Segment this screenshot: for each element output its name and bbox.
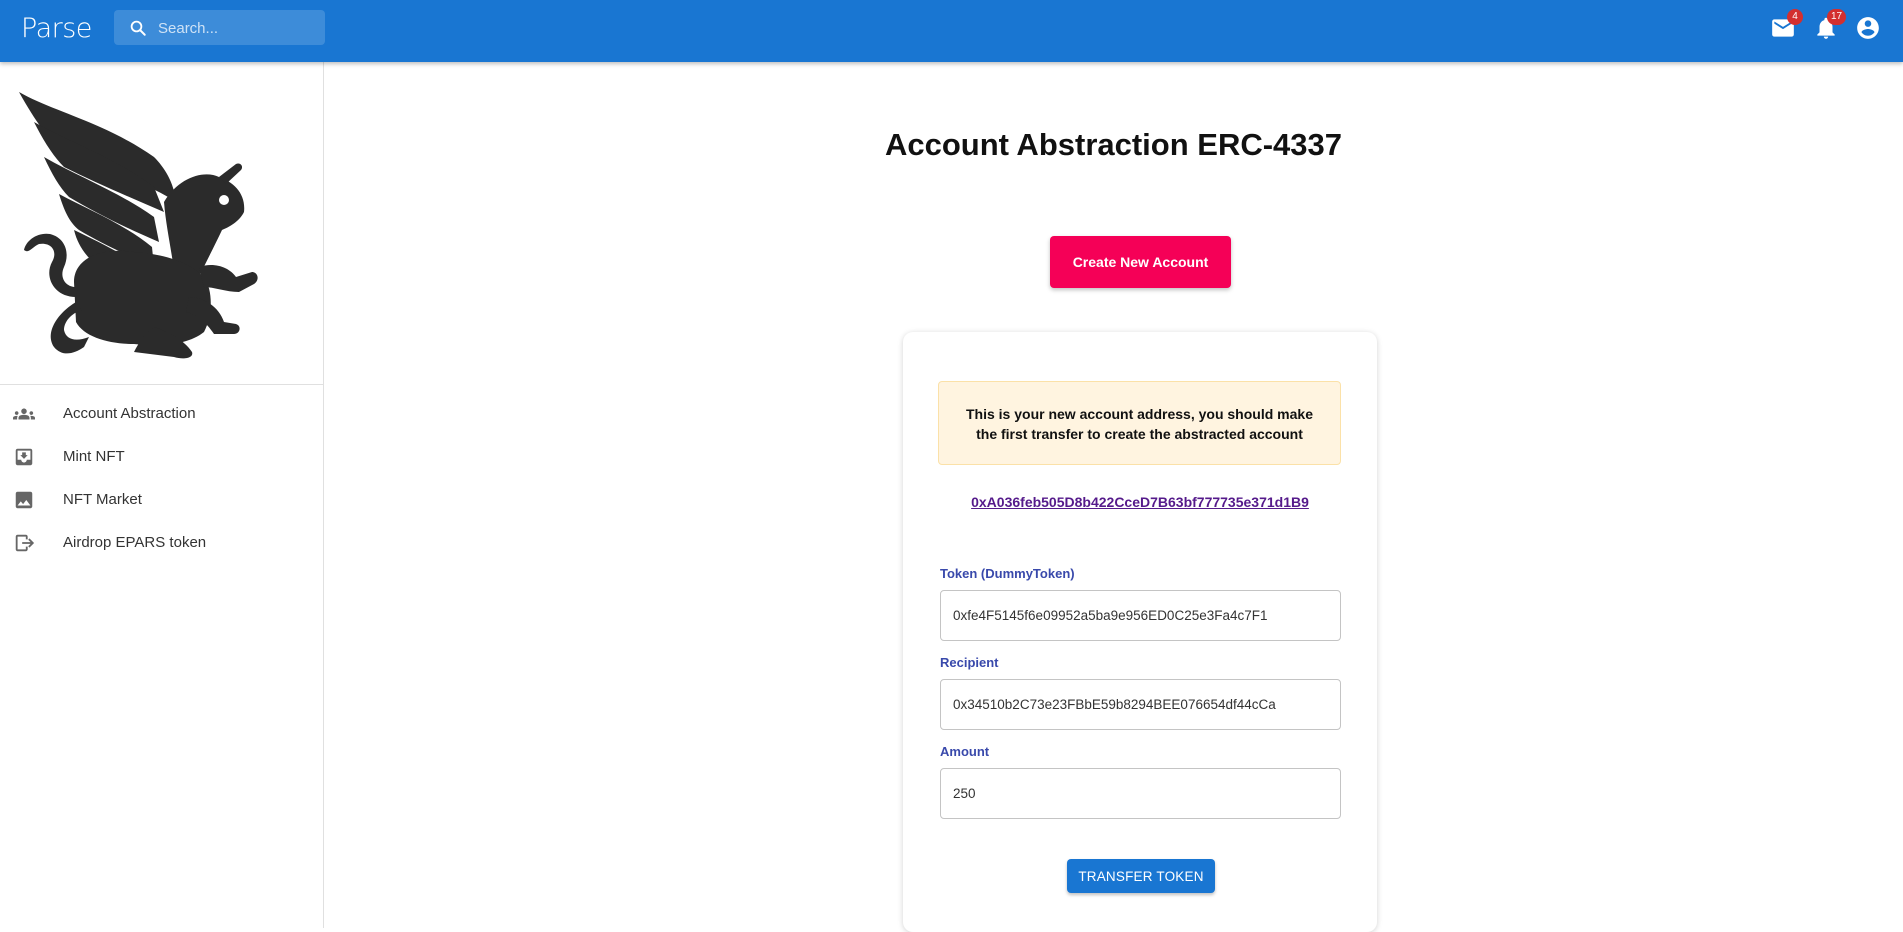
- sidebar-item-nft-market[interactable]: NFT Market: [0, 478, 323, 521]
- token-label: Token (DummyToken): [940, 566, 1075, 581]
- amount-field[interactable]: [940, 768, 1341, 819]
- sidebar-item-label: Airdrop EPARS token: [63, 534, 207, 551]
- account-button[interactable]: [1855, 15, 1881, 41]
- account-circle-icon: [1855, 15, 1881, 41]
- notifications-button[interactable]: 17: [1813, 9, 1847, 41]
- amount-label: Amount: [940, 744, 990, 759]
- search-input[interactable]: [156, 10, 320, 47]
- recipient-address-field[interactable]: [940, 679, 1341, 730]
- recipient-label: Recipient: [940, 655, 999, 670]
- sidebar-logo-area: [0, 62, 323, 385]
- transfer-token-button[interactable]: TRANSFER TOKEN: [1067, 859, 1215, 893]
- sidebar-item-airdrop-epars[interactable]: Airdrop EPARS token: [0, 521, 323, 564]
- inbox-icon: [13, 446, 35, 468]
- brand-logo[interactable]: Parse: [21, 13, 92, 44]
- info-alert: This is your new account address, you sh…: [938, 381, 1341, 465]
- search-box[interactable]: [114, 10, 325, 47]
- account-card: This is your new account address, you sh…: [903, 332, 1377, 932]
- notifications-badge: 17: [1827, 9, 1847, 25]
- mail-button[interactable]: 4: [1770, 9, 1803, 41]
- create-new-account-button[interactable]: Create New Account: [1050, 236, 1231, 288]
- sidebar-item-label: Account Abstraction: [63, 405, 196, 422]
- image-icon: [13, 489, 35, 511]
- exit-icon: [13, 532, 35, 554]
- griffin-logo: [19, 92, 258, 359]
- people-icon: [13, 403, 35, 425]
- search-icon: [129, 19, 147, 37]
- account-address-link[interactable]: 0xA036feb505D8b422CceD7B63bf777735e371d1…: [903, 494, 1377, 510]
- page-title: Account Abstraction ERC-4337: [884, 127, 1343, 162]
- sidebar-item-account-abstraction[interactable]: Account Abstraction: [0, 392, 323, 435]
- sidebar-item-mint-nft[interactable]: Mint NFT: [0, 435, 323, 478]
- sidebar: Account Abstraction Mint NFT NFT Market …: [0, 62, 324, 928]
- sidebar-item-label: NFT Market: [63, 491, 142, 508]
- sidebar-nav: Account Abstraction Mint NFT NFT Market …: [0, 392, 323, 564]
- mail-badge: 4: [1787, 9, 1803, 25]
- sidebar-item-label: Mint NFT: [63, 448, 125, 465]
- app-bar: Parse 4 17: [0, 0, 1903, 62]
- token-address-field[interactable]: [940, 590, 1341, 641]
